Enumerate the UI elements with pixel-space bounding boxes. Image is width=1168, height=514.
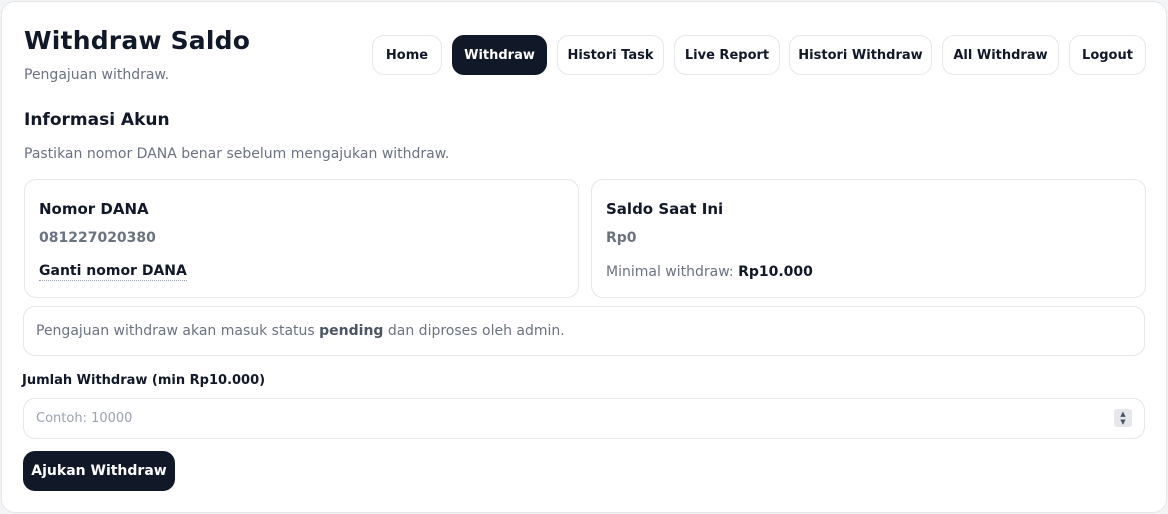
notice-suffix: dan diproses oleh admin. xyxy=(387,323,565,339)
submit-withdraw-button[interactable]: Ajukan Withdraw xyxy=(23,451,175,491)
minimum-withdraw-value: Rp10.000 xyxy=(738,264,813,280)
number-stepper-icon[interactable]: ▲ ▼ xyxy=(1114,409,1132,427)
nav-histori-withdraw-button[interactable]: Histori Withdraw xyxy=(789,35,932,75)
nav-withdraw-button[interactable]: Withdraw xyxy=(452,35,547,75)
notice-prefix: Pengajuan withdraw akan masuk status xyxy=(36,323,315,339)
nav-logout-button[interactable]: Logout xyxy=(1069,35,1146,75)
dana-info-box: Nomor DANA 081227020380 Ganti nomor DANA xyxy=(24,179,579,298)
change-dana-link[interactable]: Ganti nomor DANA xyxy=(39,263,187,281)
dana-number: 081227020380 xyxy=(39,230,156,246)
minimum-withdraw-line: Minimal withdraw: Rp10.000 xyxy=(606,264,813,280)
nav-all-withdraw-button[interactable]: All Withdraw xyxy=(942,35,1059,75)
nav-live-report-button[interactable]: Live Report xyxy=(674,35,780,75)
pending-notice: Pengajuan withdraw akan masuk status pen… xyxy=(23,306,1145,356)
page-title: Withdraw Saldo xyxy=(24,26,251,55)
account-section-description: Pastikan nomor DANA benar sebelum mengaj… xyxy=(24,146,450,162)
balance-info-box: Saldo Saat Ini Rp0 Minimal withdraw: Rp1… xyxy=(591,179,1146,298)
minimum-withdraw-label: Minimal withdraw: xyxy=(606,264,734,280)
page-subtitle: Pengajuan withdraw. xyxy=(24,67,170,83)
account-section-title: Informasi Akun xyxy=(24,110,170,130)
balance-value: Rp0 xyxy=(606,230,637,246)
amount-input[interactable] xyxy=(23,398,1145,439)
notice-status: pending xyxy=(319,323,384,339)
nav-histori-task-button[interactable]: Histori Task xyxy=(557,35,664,75)
amount-label: Jumlah Withdraw (min Rp10.000) xyxy=(22,373,266,388)
nav-home-button[interactable]: Home xyxy=(372,35,442,75)
balance-label: Saldo Saat Ini xyxy=(606,200,724,218)
dana-label: Nomor DANA xyxy=(39,200,149,218)
